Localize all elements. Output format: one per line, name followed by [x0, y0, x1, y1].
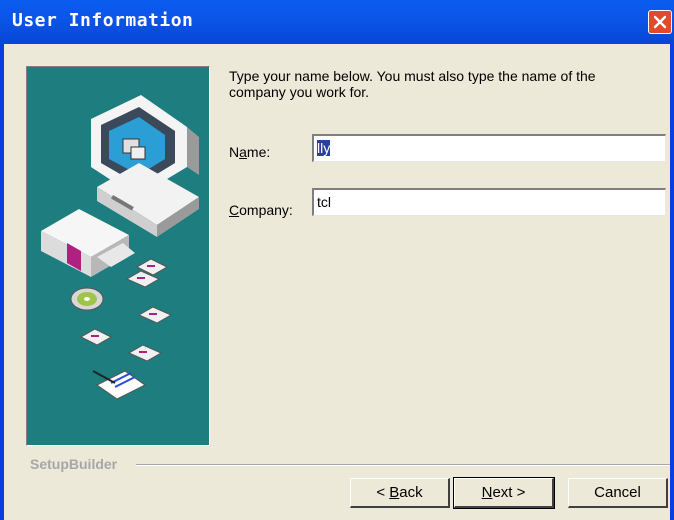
cancel-button[interactable]: Cancel — [568, 478, 668, 508]
company-input[interactable]: tcl — [312, 188, 666, 216]
name-label: Name: — [229, 144, 270, 160]
name-input[interactable]: lly — [312, 134, 666, 162]
setup-dialog-window: User Information Type your name below. Y… — [0, 0, 674, 520]
name-label-prefix: N — [229, 144, 240, 160]
back-button-mnemonic: B — [389, 484, 400, 501]
close-icon — [653, 15, 667, 29]
company-label-rest: ompany: — [239, 202, 293, 218]
setup-illustration-panel — [26, 66, 210, 446]
window-title: User Information — [12, 10, 194, 31]
name-label-mnemonic: a — [239, 144, 247, 160]
computer-illustration — [41, 95, 199, 400]
setupbuilder-brand: SetupBuilder — [30, 456, 118, 472]
close-button[interactable] — [648, 10, 672, 34]
back-button-prefix: < — [376, 484, 390, 501]
back-button-rest: ack — [399, 484, 423, 501]
back-button[interactable]: < Back — [350, 478, 450, 508]
instructions-text: Type your name below. You must also type… — [229, 68, 596, 100]
next-button[interactable]: Next > — [453, 477, 555, 509]
next-button-rest: ext > — [492, 484, 526, 501]
title-bar[interactable]: User Information — [0, 0, 674, 44]
divider-line — [136, 464, 670, 466]
company-label: Company: — [229, 202, 293, 218]
name-input-value: lly — [317, 140, 331, 156]
company-label-mnemonic: C — [229, 202, 240, 218]
branding-divider: SetupBuilder — [30, 456, 670, 472]
name-label-rest: me: — [246, 144, 271, 160]
company-input-value: tcl — [317, 194, 331, 210]
next-button-mnemonic: N — [481, 484, 493, 501]
